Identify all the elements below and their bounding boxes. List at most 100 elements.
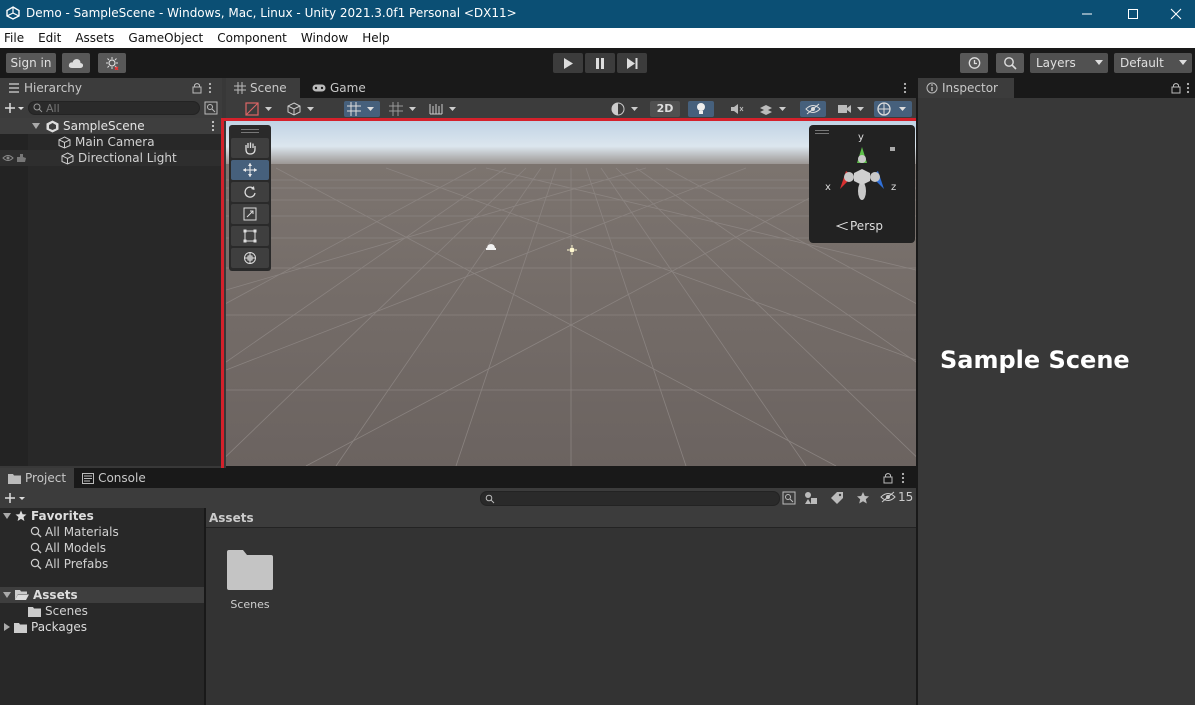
maximize-button[interactable] (1110, 0, 1156, 28)
hierarchy-item-directional-light[interactable]: Directional Light (0, 150, 222, 166)
tab-game-label: Game (330, 81, 366, 95)
lock-icon[interactable] (192, 82, 202, 94)
rotate-tool-icon[interactable] (231, 182, 269, 202)
camera-gizmo-icon[interactable] (486, 243, 496, 251)
tab-inspector[interactable]: Inspector (918, 78, 1014, 98)
search-settings-icon[interactable] (204, 101, 218, 115)
more-options-icon[interactable] (210, 120, 216, 132)
project-folder-tree: Favorites All Materials All Models All P… (0, 508, 204, 705)
tab-game[interactable]: Game (304, 78, 374, 98)
more-options-icon[interactable] (902, 82, 908, 94)
shading-cube-icon[interactable] (284, 101, 320, 117)
search-settings-icon[interactable] (782, 491, 796, 505)
collab-icon[interactable] (98, 53, 126, 73)
grid-snap-button[interactable] (344, 101, 380, 117)
hierarchy-panel: Hierarchy All SampleScene Main Camera Di… (0, 78, 222, 466)
drag-handle[interactable] (241, 129, 259, 133)
gameobject-cube-icon (58, 135, 71, 149)
menu-gameobject[interactable]: GameObject (128, 31, 203, 45)
tab-project[interactable]: Project (0, 468, 75, 488)
transform-tool-icon[interactable] (231, 248, 269, 268)
label-tag-icon[interactable] (830, 491, 844, 505)
lighting-toggle-icon[interactable] (688, 101, 714, 117)
expand-arrow-icon[interactable] (4, 623, 10, 631)
shading-sphere-icon[interactable] (608, 101, 644, 117)
favorite-item-all-materials[interactable]: All Materials (30, 524, 119, 540)
menu-help[interactable]: Help (362, 31, 389, 45)
tab-console[interactable]: Console (74, 468, 154, 488)
unity-logo-icon (6, 6, 20, 20)
2d-toggle-button[interactable]: 2D (650, 101, 680, 117)
eye-icon[interactable] (2, 153, 14, 163)
projection-toggle[interactable]: Persp (836, 219, 883, 233)
layout-dropdown[interactable]: Default (1114, 53, 1192, 73)
expand-arrow-icon[interactable] (32, 123, 40, 129)
lock-icon[interactable] (883, 472, 893, 484)
play-button[interactable] (553, 53, 583, 73)
folder-icon (28, 606, 41, 617)
add-icon[interactable] (4, 492, 26, 504)
rect-tool-icon[interactable] (231, 226, 269, 246)
snap-increment-icon[interactable] (386, 101, 422, 117)
menu-edit[interactable]: Edit (38, 31, 61, 45)
expand-arrow-icon[interactable] (3, 592, 11, 598)
filter-by-type-icon[interactable] (804, 491, 818, 505)
menu-file[interactable]: File (4, 31, 24, 45)
more-options-icon[interactable] (206, 82, 214, 94)
menu-assets[interactable]: Assets (75, 31, 114, 45)
more-options-icon[interactable] (900, 472, 906, 484)
scene-name: SampleScene (63, 119, 145, 133)
assets-breadcrumb[interactable]: Assets (206, 508, 916, 528)
hierarchy-item-label: Directional Light (78, 151, 177, 165)
folder-icon (8, 473, 21, 484)
pick-hand-icon[interactable] (15, 153, 27, 163)
scale-tool-icon[interactable] (231, 204, 269, 224)
camera-dropdown[interactable] (834, 101, 870, 117)
move-tool-icon[interactable] (231, 160, 269, 180)
close-button[interactable] (1156, 0, 1195, 28)
hidden-packages-toggle[interactable]: 15 (880, 490, 913, 504)
asset-item-scenes[interactable]: Scenes (220, 548, 280, 611)
asset-item-label: Scenes (230, 598, 270, 611)
light-gizmo-icon[interactable] (567, 245, 577, 255)
expand-arrow-icon[interactable] (3, 513, 11, 519)
search-icon (485, 494, 495, 504)
hierarchy-search-input[interactable]: All (28, 101, 200, 115)
menu-window[interactable]: Window (301, 31, 348, 45)
more-options-icon[interactable] (1181, 82, 1195, 94)
axis-gizmo-icon[interactable] (822, 133, 902, 213)
favorite-item-all-models[interactable]: All Models (30, 540, 106, 556)
favorite-star-icon[interactable] (856, 491, 870, 505)
tab-scene[interactable]: Scene (226, 78, 300, 98)
folder-scenes-row[interactable]: Scenes (28, 603, 88, 619)
menu-component[interactable]: Component (217, 31, 287, 45)
step-button[interactable] (617, 53, 647, 73)
search-icon[interactable] (996, 53, 1024, 73)
project-search-input[interactable] (480, 491, 780, 506)
scene-viewport[interactable]: y x z Persp (226, 120, 916, 466)
scene-row[interactable]: SampleScene (0, 118, 222, 134)
gizmos-dropdown[interactable] (874, 101, 912, 117)
draw-mode-dropdown[interactable] (242, 101, 278, 117)
lock-icon[interactable] (1171, 82, 1181, 94)
pause-button[interactable] (585, 53, 615, 73)
assets-folder-row[interactable]: Assets (0, 587, 204, 603)
cloud-icon[interactable] (62, 53, 90, 73)
sign-in-button[interactable]: Sign in (6, 53, 56, 73)
favorite-item-all-prefabs[interactable]: All Prefabs (30, 556, 108, 572)
ruler-icon[interactable] (426, 101, 462, 117)
favorites-row[interactable]: Favorites (0, 508, 94, 524)
audio-mute-icon[interactable] (724, 101, 750, 117)
history-icon[interactable] (960, 53, 988, 73)
hierarchy-item-main-camera[interactable]: Main Camera (58, 134, 155, 150)
tab-hierarchy[interactable]: Hierarchy (0, 78, 222, 98)
effects-dropdown[interactable] (756, 101, 792, 117)
minimize-button[interactable] (1064, 0, 1110, 28)
layers-dropdown[interactable]: Layers (1030, 53, 1108, 73)
hand-tool-icon[interactable] (231, 138, 269, 158)
add-icon[interactable] (4, 102, 24, 114)
packages-folder-row[interactable]: Packages (0, 619, 87, 635)
orientation-gizmo[interactable]: y x z Persp (809, 125, 915, 243)
scene-visibility-icon[interactable] (800, 101, 826, 117)
favorites-label: Favorites (31, 509, 94, 523)
